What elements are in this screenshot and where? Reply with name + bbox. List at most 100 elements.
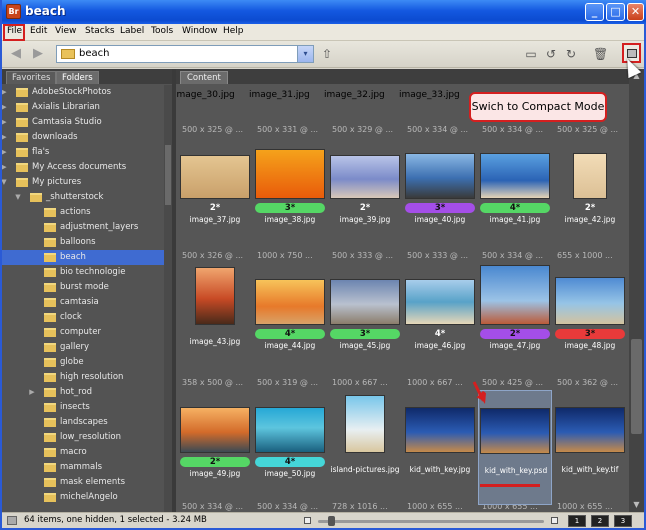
folder-tree-item[interactable]: balloons [2, 235, 164, 250]
thumbnail-item[interactable]: island-pictures.jpg [328, 390, 402, 490]
view-mode-1-button[interactable]: 1 [568, 515, 586, 527]
trash-icon[interactable]: 🗑 [593, 47, 608, 61]
folder-tree-item[interactable]: ▼ My pictures [2, 175, 164, 190]
thumbnail-item[interactable]: 2* image_47.jpg [478, 262, 552, 362]
close-button[interactable]: ✕ [627, 3, 644, 21]
thumbnail-item[interactable]: 2* image_49.jpg [178, 390, 252, 490]
expand-icon[interactable]: ▶ [2, 118, 8, 126]
tab-content[interactable]: Content [180, 71, 228, 84]
folder-tree-item[interactable]: landscapes [2, 415, 164, 430]
thumbnail-item[interactable]: 4* image_46.jpg [403, 262, 477, 362]
collapse-icon[interactable]: ▼ [2, 178, 8, 186]
folder-tree-item[interactable]: ▶ AdobeStockPhotos [2, 85, 164, 100]
thumbnail-item[interactable]: 2* image_37.jpg [178, 141, 252, 241]
thumbnail-item[interactable]: 3* image_45.jpg [328, 262, 402, 362]
folder-tree-item[interactable]: michelAngelo [2, 490, 164, 505]
thumbnail-item[interactable]: image_43.jpg [178, 262, 252, 362]
tab-favorites[interactable]: Favorites [6, 71, 57, 84]
folder-tree-item[interactable]: low_resolution [2, 430, 164, 445]
star-rating-label[interactable]: 4* [255, 457, 325, 467]
folder-tree-item[interactable]: ▶ My Access documents [2, 160, 164, 175]
folder-tree-item[interactable]: insects [2, 400, 164, 415]
menu-label[interactable]: Label [120, 26, 144, 36]
menu-tools[interactable]: Tools [151, 26, 173, 36]
view-mode-3-button[interactable]: 3 [614, 515, 632, 527]
tab-folders[interactable]: Folders [56, 71, 99, 84]
expand-icon[interactable]: ▶ [2, 88, 8, 96]
star-rating-label[interactable]: 2* [330, 203, 400, 213]
chevron-down-icon[interactable]: ▾ [297, 46, 313, 62]
star-rating-label[interactable]: 2* [480, 329, 550, 339]
thumbnail-item[interactable]: kid_with_key.tif [553, 390, 627, 490]
folder-tree-item[interactable]: macro [2, 445, 164, 460]
thumbnail-item[interactable]: 4* image_41.jpg [478, 141, 552, 241]
thumbnail-item[interactable]: 3* image_38.jpg [253, 141, 327, 241]
new-folder-icon[interactable]: ▭ [524, 47, 538, 61]
thumbnail-item[interactable]: 4* image_50.jpg [253, 390, 327, 490]
go-up-folder-icon[interactable]: ⇧ [320, 47, 334, 61]
thumbnail-item[interactable]: kid_with_key.jpg [403, 390, 477, 490]
star-rating-label[interactable]: 4* [405, 329, 475, 339]
expand-icon[interactable]: ▶ [28, 388, 36, 396]
path-selector[interactable]: beach ▾ [56, 45, 314, 63]
collapse-icon[interactable]: ▼ [14, 193, 22, 201]
star-rating-label[interactable]: 4* [480, 203, 550, 213]
zoom-in-icon[interactable] [551, 517, 558, 524]
star-rating-label[interactable]: 2* [180, 203, 250, 213]
star-rating-label[interactable]: 3* [255, 203, 325, 213]
folder-tree-scrollbar[interactable] [164, 85, 172, 512]
star-rating-label[interactable]: 3* [330, 329, 400, 339]
folder-tree-item[interactable]: gallery [2, 340, 164, 355]
zoom-slider[interactable] [318, 520, 544, 523]
star-rating-label[interactable]: 3* [405, 203, 475, 213]
menu-window[interactable]: Window [182, 26, 218, 36]
folder-tree-item[interactable]: beach [2, 250, 164, 265]
scroll-thumb[interactable] [165, 145, 171, 205]
folder-tree-item[interactable]: ▶ downloads [2, 130, 164, 145]
expand-icon[interactable]: ▶ [2, 133, 8, 141]
thumbnail-item[interactable]: 4* image_44.jpg [253, 262, 327, 362]
folder-tree-item[interactable]: ▶ fla's [2, 145, 164, 160]
expand-icon[interactable]: ▶ [2, 163, 8, 171]
folder-tree-item[interactable]: actions [2, 205, 164, 220]
zoom-out-icon[interactable] [304, 517, 311, 524]
scroll-down-icon[interactable]: ▼ [629, 498, 644, 512]
expand-icon[interactable]: ▶ [2, 148, 8, 156]
folder-tree-item[interactable]: ▼ _shutterstock [2, 190, 164, 205]
menu-help[interactable]: Help [223, 26, 244, 36]
folder-tree-item[interactable]: bio technologie [2, 265, 164, 280]
folder-tree-item[interactable]: computer [2, 325, 164, 340]
menu-edit[interactable]: Edit [30, 26, 47, 36]
thumbnail-item[interactable]: 3* image_48.jpg [553, 262, 627, 362]
folder-tree-item[interactable]: clock [2, 310, 164, 325]
folder-tree-item[interactable]: camtasia [2, 295, 164, 310]
content-scrollbar[interactable]: ▲ ▼ [629, 69, 644, 512]
thumbnail-item[interactable]: 2* image_39.jpg [328, 141, 402, 241]
thumbnail-item[interactable]: kid_with_key.psd [478, 390, 552, 505]
thumbnail-item[interactable]: 3* image_40.jpg [403, 141, 477, 241]
scroll-thumb[interactable] [631, 339, 642, 434]
folder-tree-item[interactable]: ▶ Axialis Librarian [2, 100, 164, 115]
rotate-right-icon[interactable]: ↻ [564, 47, 578, 61]
star-rating-label[interactable]: 4* [255, 329, 325, 339]
folder-tree-item[interactable]: mammals [2, 460, 164, 475]
folder-tree-item[interactable]: ▶ Camtasia Studio [2, 115, 164, 130]
thumbnail-item[interactable]: 2* image_42.jpg [553, 141, 627, 241]
zoom-slider-thumb[interactable] [328, 516, 335, 526]
folder-tree-item[interactable]: mask elements [2, 475, 164, 490]
folder-tree-item[interactable]: burst mode [2, 280, 164, 295]
view-mode-2-button[interactable]: 2 [591, 515, 609, 527]
expand-icon[interactable]: ▶ [2, 103, 8, 111]
star-rating-label[interactable]: 3* [555, 329, 625, 339]
star-rating-label[interactable]: 2* [555, 203, 625, 213]
forward-arrow-icon[interactable]: ▶ [30, 47, 46, 61]
folder-tree-item[interactable]: high resolution [2, 370, 164, 385]
maximize-button[interactable]: □ [606, 3, 625, 21]
rotate-left-icon[interactable]: ↺ [544, 47, 558, 61]
star-rating-label[interactable]: 2* [180, 457, 250, 467]
folder-tree-item[interactable]: ▶ hot_rod [2, 385, 164, 400]
menu-stacks[interactable]: Stacks [85, 26, 115, 36]
back-arrow-icon[interactable]: ◀ [8, 47, 24, 61]
folder-tree-item[interactable]: globe [2, 355, 164, 370]
minimize-button[interactable]: _ [585, 3, 604, 21]
